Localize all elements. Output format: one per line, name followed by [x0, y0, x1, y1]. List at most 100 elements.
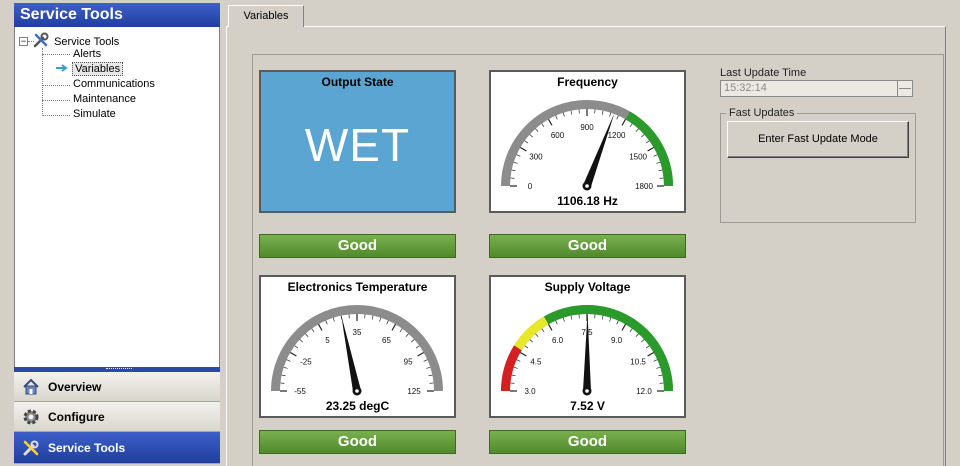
nav-label: Overview	[48, 379, 102, 394]
gauge-tick	[294, 345, 299, 349]
tree-connector	[42, 85, 70, 86]
gauge-tick	[415, 345, 420, 349]
tree-item-label: Variables	[72, 62, 124, 76]
gauge-tick	[305, 333, 309, 337]
home-icon	[22, 378, 40, 396]
gauge-tick	[570, 110, 573, 115]
gauge-tick	[555, 320, 558, 325]
gauge-tick	[629, 328, 633, 333]
gauge-tick	[570, 315, 573, 320]
gauge-tick	[405, 333, 409, 337]
arrow-right-icon	[56, 64, 68, 72]
temperature-title: Electronics Temperature	[287, 280, 428, 294]
gauge-tick	[529, 134, 533, 138]
gauge-band-red	[501, 345, 522, 392]
gauge-tick-label: 4.5	[530, 358, 542, 367]
gauge-pivot-cap	[585, 184, 589, 188]
gauge-band-yellow	[514, 316, 549, 351]
tools-icon	[33, 32, 49, 48]
tree-item-service-tools[interactable]: Service Tools	[33, 32, 121, 48]
gauge-tick	[555, 115, 558, 120]
gauge-tick-label: 9.0	[611, 336, 623, 345]
gauge-tick	[562, 317, 565, 322]
output-state-title: Output State	[321, 75, 394, 89]
output-state-panel: Output State WET	[259, 70, 456, 213]
last-update-label: Last Update Time	[720, 67, 807, 79]
gauge-tick	[428, 374, 433, 377]
gauge-tick	[386, 320, 389, 325]
nav-button-configure[interactable]: Configure	[14, 402, 220, 432]
gauge-tick-label: 900	[580, 123, 594, 132]
gauge-tick	[616, 320, 619, 325]
tree-item-communications[interactable]: Communications	[71, 77, 157, 92]
gauge-tick	[516, 154, 521, 157]
gauge-tick-label: 1500	[629, 153, 647, 162]
last-update-field: 15:32:14	[720, 80, 913, 97]
gauge-pivot-cap	[355, 389, 359, 393]
gauge-tick	[535, 333, 539, 337]
gauge-tick	[647, 351, 654, 357]
voltage-title: Supply Voltage	[544, 280, 631, 294]
gauge-band-green	[544, 305, 673, 392]
tree-connector	[42, 48, 43, 116]
gauge-tick-label: 65	[382, 336, 391, 345]
splitter-grip[interactable]	[106, 368, 132, 370]
gauge-tick-label: 1800	[635, 182, 653, 191]
gauge-tick	[513, 366, 518, 369]
voltage-gauge: 3.04.56.07.59.010.512.0 Supply Voltage 7…	[489, 275, 686, 418]
gauge-tick	[524, 345, 529, 349]
gauge-tick	[283, 366, 288, 369]
voltage-dial: 3.04.56.07.59.010.512.0	[501, 305, 673, 396]
gauge-tick	[317, 324, 323, 331]
gauge-tick	[411, 339, 415, 343]
gauge-tick	[653, 154, 658, 157]
tree-item-simulate[interactable]: Simulate	[71, 107, 118, 122]
gauge-tick	[423, 359, 428, 362]
frequency-title: Frequency	[557, 75, 618, 89]
fast-update-button[interactable]: Enter Fast Update Mode	[727, 121, 909, 158]
gauge-tick	[658, 374, 663, 377]
tree-item-alerts[interactable]: Alerts	[71, 47, 103, 62]
gauge-tick	[562, 112, 565, 117]
sidebar-title: Service Tools	[14, 3, 220, 27]
gauge-tick	[656, 161, 661, 164]
gauge-tick	[635, 128, 639, 132]
gauge-tick	[621, 119, 627, 126]
temperature-gauge: -55 -25 5 35 65 95 125 Electronics Temperature…	[259, 275, 456, 418]
gauge-tick	[653, 359, 658, 362]
tab-variables[interactable]: Variables	[228, 5, 304, 27]
gauge-needle	[583, 313, 591, 392]
gauge-pivot-cap	[585, 389, 589, 393]
gauge-tick	[616, 115, 619, 120]
gauge-tick	[511, 169, 516, 172]
gauge-tick	[609, 112, 612, 117]
tree-item-variables[interactable]: Variables	[55, 62, 124, 77]
gauge-tick	[520, 146, 527, 152]
tree-item-maintenance[interactable]: Maintenance	[71, 92, 138, 107]
gauge-tick	[391, 324, 397, 331]
gauge-tick	[547, 324, 553, 331]
tree-collapse-icon[interactable]: −	[19, 37, 28, 46]
spinner-icon[interactable]	[897, 81, 912, 96]
tree-connector	[42, 115, 70, 116]
tree-item-label: Maintenance	[73, 93, 136, 105]
gauge-tick	[299, 339, 303, 343]
nav-label: Configure	[48, 409, 105, 424]
gauge-tick	[547, 119, 553, 126]
gauge-tick	[641, 134, 645, 138]
tree-item-label: Alerts	[73, 48, 102, 60]
gauge-tick-label: 5	[325, 336, 330, 345]
gauge-tick	[332, 317, 335, 322]
nav-button-service-tools[interactable]: Service Tools	[14, 432, 220, 464]
gauge-tick	[645, 140, 650, 144]
gauge-tick	[399, 328, 403, 333]
gauge-tick	[371, 315, 374, 320]
frequency-gauge: 0 300 600 900 1200 1500 1800 Frequency 1106.18…	[489, 70, 686, 213]
last-update-value: 15:32:14	[724, 82, 767, 94]
nav-label: Service Tools	[48, 440, 126, 455]
gauge-tick	[511, 374, 516, 377]
nav-button-overview[interactable]: Overview	[14, 372, 220, 402]
frequency-readout: 1106.18 Hz	[557, 194, 618, 208]
gear-icon	[22, 408, 40, 426]
gauge-tick	[541, 328, 545, 333]
